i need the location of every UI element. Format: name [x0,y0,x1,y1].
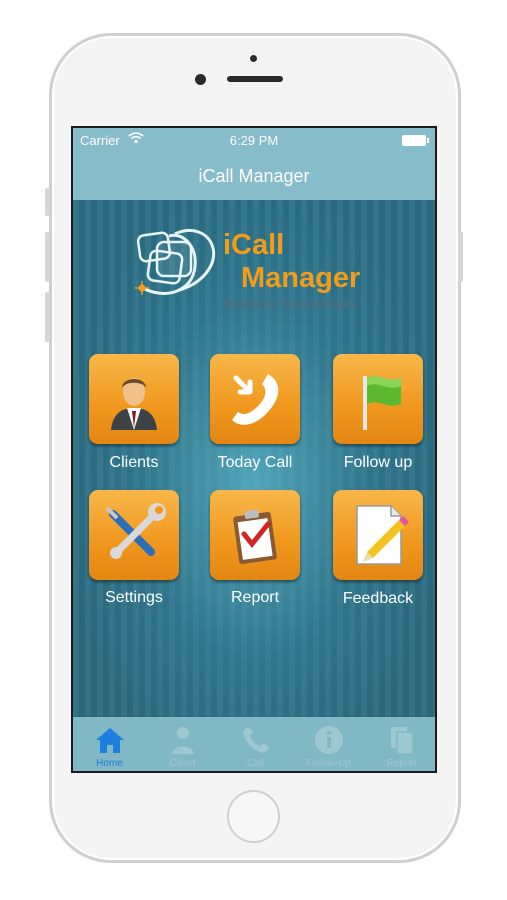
settings-button[interactable] [89,490,179,580]
volume-up-button [45,232,50,282]
tab-bar: Home Client Call Follow-Up Report [73,717,435,771]
status-time: 6:29 PM [229,133,279,148]
earpiece-speaker [227,76,283,82]
tab-client[interactable]: Client [146,717,219,771]
mute-switch [45,188,50,216]
clients-label: Clients [109,454,159,471]
report-label: Report [230,589,280,606]
settings-label: Settings [105,589,163,606]
volume-down-button [45,292,50,342]
tab-client-label: Client [169,758,196,769]
follow-up-label: Follow up [343,454,413,471]
documents-icon [391,727,414,755]
home-icon [96,728,124,753]
tab-call-label: Call [246,758,265,769]
status-bar: Carrier 6:29 PM [73,128,435,154]
navigation-bar: iCall Manager [73,154,435,200]
today-call-label: Today Call [217,454,293,471]
logo-text-icall: iCall [223,229,285,261]
home-content: iCall Manager Redspark Technologies Clie… [73,200,435,717]
tab-follow-up-label: Follow-Up [305,758,351,769]
app-screen: Carrier 6:29 PM iCall Manager iCall Mana… [71,126,437,773]
clipboard-check-icon [233,509,277,565]
front-camera [195,74,206,85]
today-call-button[interactable] [210,354,300,444]
feedback-button[interactable] [333,490,423,580]
battery-icon [402,135,429,146]
green-flag-icon [363,376,401,430]
tab-home[interactable]: Home [73,717,146,771]
tab-report-label: Report [386,758,417,769]
phone-icon [243,727,269,753]
clients-button[interactable] [89,354,179,444]
nav-title: iCall Manager [198,166,310,186]
follow-up-button[interactable] [333,354,423,444]
tab-home-label: Home [96,758,123,769]
report-button[interactable] [210,490,300,580]
tab-call[interactable]: Call [219,717,292,771]
power-button [458,232,463,282]
businessman-icon [111,378,157,430]
tab-report[interactable]: Report [365,717,435,771]
logo-text-manager: Manager [241,262,361,294]
home-button[interactable] [227,790,280,843]
app-logo: iCall Manager Redspark Technologies [135,226,385,316]
person-icon [172,727,194,754]
wrench-screwdriver-icon [105,503,166,559]
info-icon [315,726,343,754]
phone-call-icon [232,374,279,425]
proximity-sensor [250,55,257,62]
feedback-label: Feedback [342,590,414,607]
tab-follow-up[interactable]: Follow-Up [292,717,365,771]
logo-emblem-icon [135,229,216,295]
logo-company: Redspark Technologies [222,297,357,311]
paper-pencil-icon [356,505,409,565]
